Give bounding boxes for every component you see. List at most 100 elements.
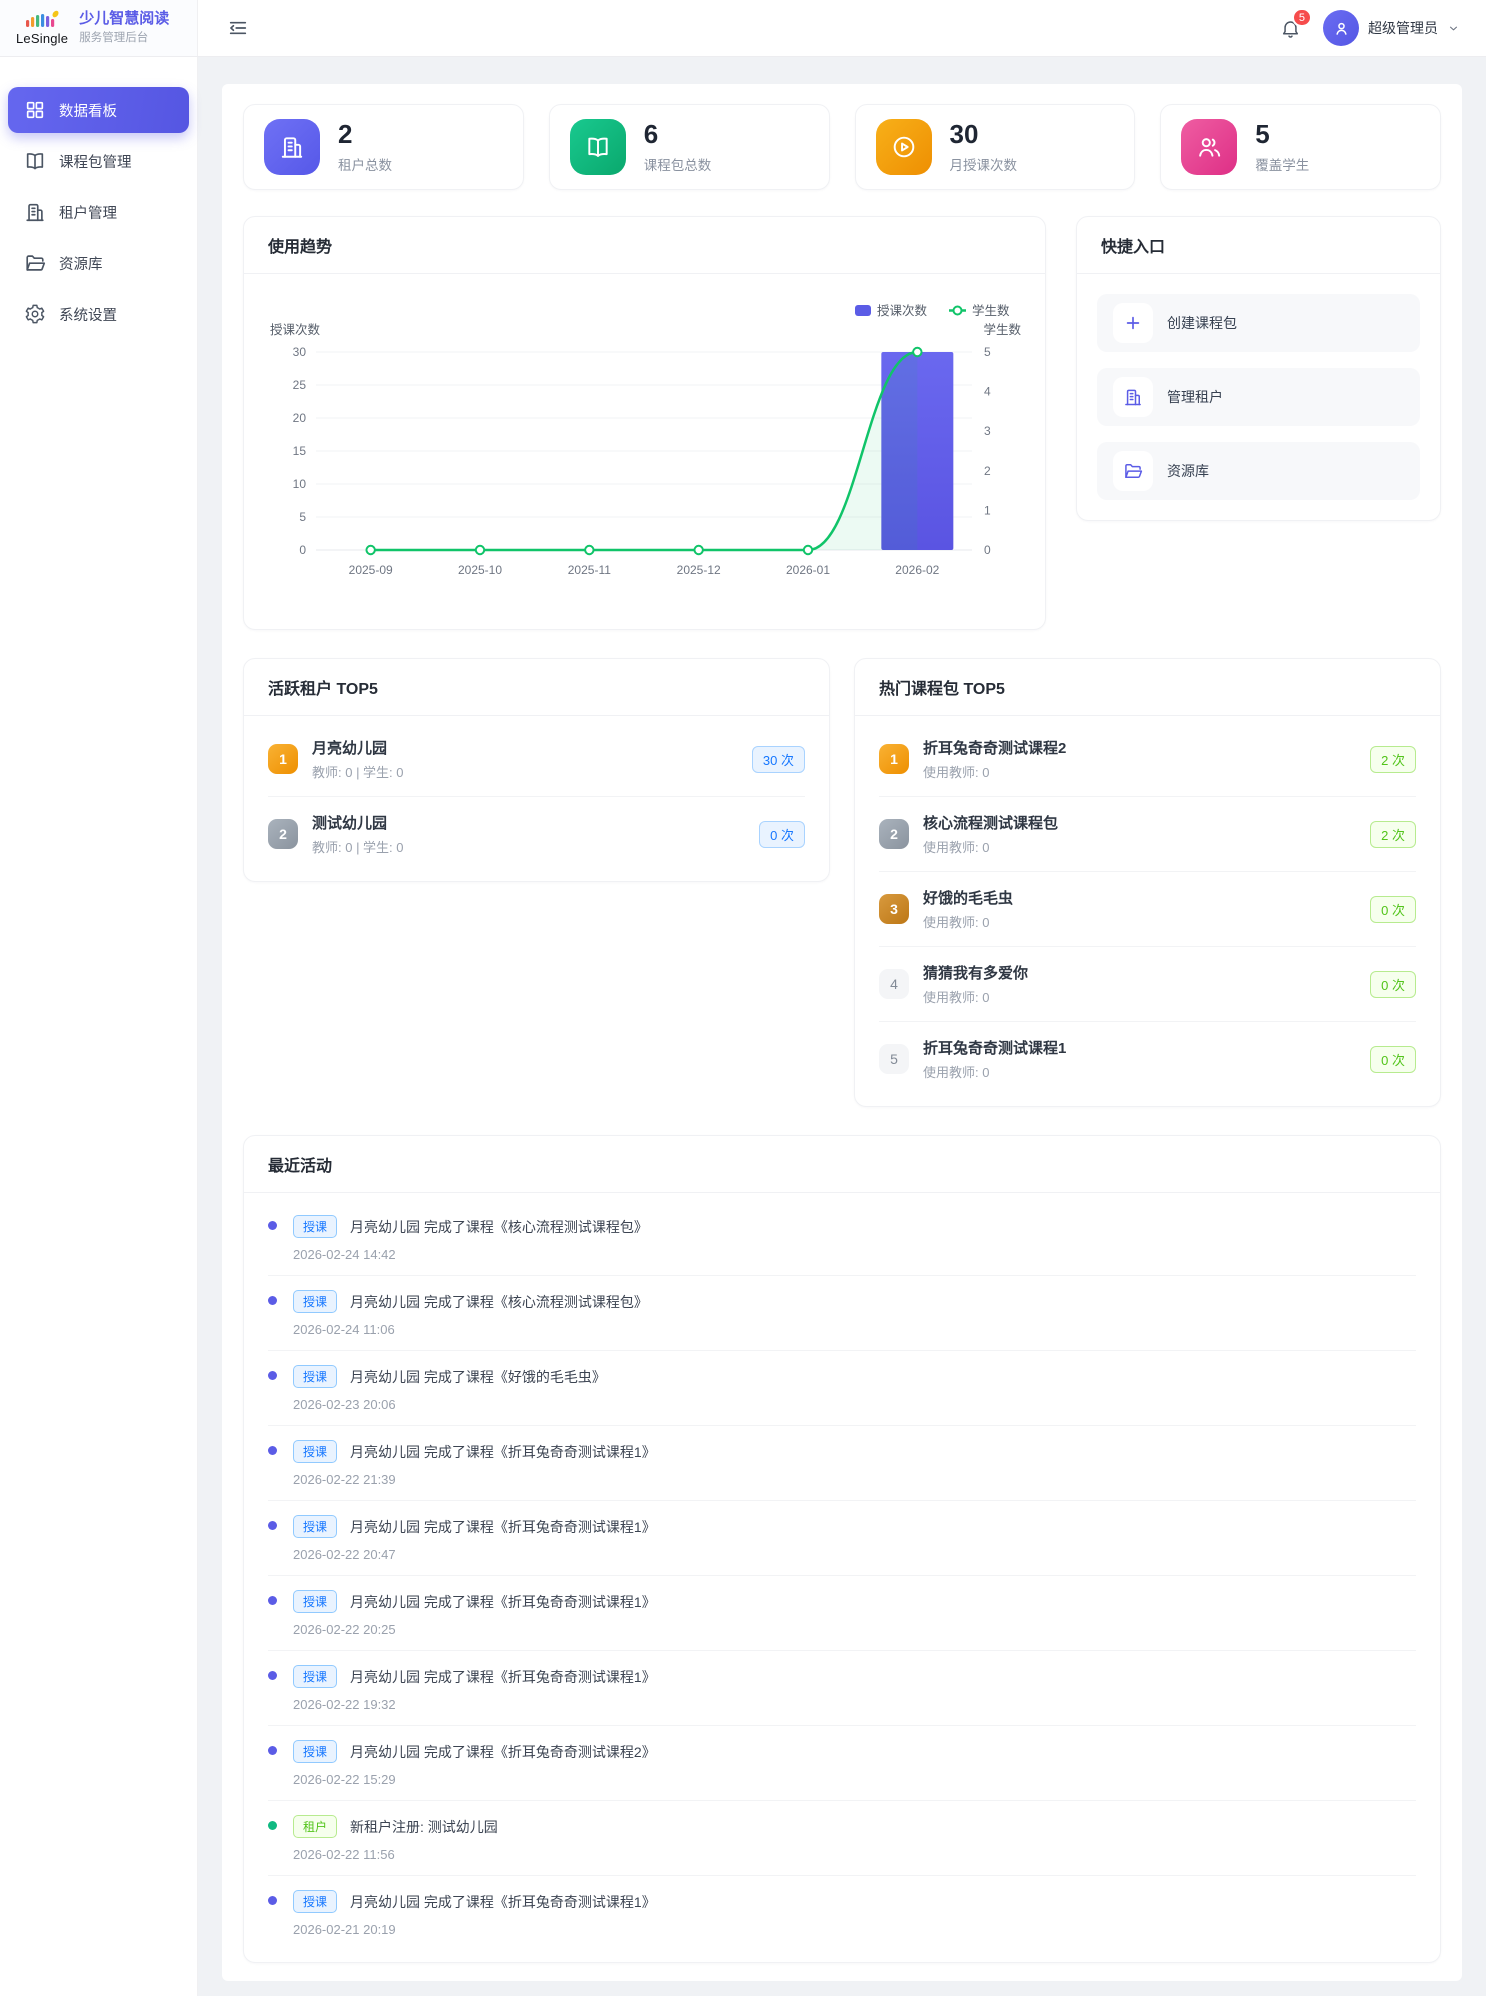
stat-label: 月授课次数 (950, 154, 1018, 174)
recent-activity-card: 最近活动 授课 月亮幼儿园 完成了课程《核心流程测试课程包》 2026-02-2… (243, 1135, 1441, 1963)
activity-text: 月亮幼儿园 完成了课程《折耳兔奇奇测试课程2》 (350, 1742, 656, 1762)
sidebar: 数据看板 课程包管理 租户管理 资源库 系统设置 (0, 57, 198, 1996)
activity-row: 授课 月亮幼儿园 完成了课程《折耳兔奇奇测试课程1》 2026-02-22 19… (268, 1651, 1416, 1726)
list-item: 5 折耳兔奇奇测试课程1 使用教师: 0 0 次 (879, 1022, 1416, 1096)
list-item: 4 猜猜我有多爱你 使用教师: 0 0 次 (879, 947, 1416, 1022)
avatar (1323, 10, 1359, 46)
svg-text:学生数: 学生数 (972, 303, 1010, 318)
notification-button[interactable]: 5 (1277, 15, 1303, 41)
rank-badge: 1 (879, 744, 909, 774)
rank-badge: 1 (268, 744, 298, 774)
activity-dot (268, 1746, 277, 1755)
book-icon (570, 119, 626, 175)
activity-time: 2026-02-22 21:39 (293, 1472, 1416, 1487)
activity-text: 月亮幼儿园 完成了课程《折耳兔奇奇测试课程1》 (350, 1592, 656, 1612)
svg-text:5: 5 (299, 510, 306, 524)
count-badge: 0 次 (1370, 1046, 1416, 1073)
item-meta: 使用教师: 0 (923, 987, 1356, 1006)
item-name: 猜猜我有多爱你 (923, 962, 1356, 983)
rank-badge: 3 (879, 894, 909, 924)
play-circle-icon (876, 119, 932, 175)
activity-row: 授课 月亮幼儿园 完成了课程《折耳兔奇奇测试课程1》 2026-02-22 20… (268, 1576, 1416, 1651)
sidebar-collapse-button[interactable] (224, 14, 252, 42)
app-subtitle: 服务管理后台 (79, 31, 169, 45)
book-icon (24, 150, 46, 172)
logo-word: LeSingle (16, 31, 68, 46)
activity-dot (268, 1596, 277, 1605)
svg-text:2025-10: 2025-10 (458, 563, 502, 577)
rank-badge: 2 (268, 819, 298, 849)
activity-text: 月亮幼儿园 完成了课程《核心流程测试课程包》 (350, 1217, 648, 1237)
svg-text:授课次数: 授课次数 (270, 322, 321, 337)
stat-card-packages: 6 课程包总数 (549, 104, 830, 190)
svg-text:2025-09: 2025-09 (349, 563, 393, 577)
quick-item-manage-tenants[interactable]: 管理租户 (1097, 368, 1420, 426)
user-menu[interactable]: 超级管理员 (1323, 10, 1460, 46)
list-item: 2 核心流程测试课程包 使用教师: 0 2 次 (879, 797, 1416, 872)
sidebar-item-tenants[interactable]: 租户管理 (8, 189, 189, 235)
activity-type-badge: 授课 (293, 1290, 337, 1313)
stat-label: 课程包总数 (644, 154, 712, 174)
svg-text:1: 1 (984, 503, 991, 517)
quick-item-resources[interactable]: 资源库 (1097, 442, 1420, 500)
rank-badge: 5 (879, 1044, 909, 1074)
item-meta: 使用教师: 0 (923, 762, 1356, 781)
list-item: 2 测试幼儿园 教师: 0 | 学生: 0 0 次 (268, 797, 805, 871)
item-meta: 使用教师: 0 (923, 912, 1356, 931)
usage-trend-chart: 051015202530012345授课次数学生数2025-092025-102… (268, 294, 1023, 609)
activity-time: 2026-02-22 11:56 (293, 1847, 1416, 1862)
usage-trend-card: 使用趋势 051015202530012345授课次数学生数2025-09202… (243, 216, 1046, 630)
svg-text:学生数: 学生数 (983, 322, 1021, 337)
activity-type-badge: 授课 (293, 1215, 337, 1238)
stat-card-students: 5 覆盖学生 (1160, 104, 1441, 190)
item-meta: 使用教师: 0 (923, 837, 1356, 856)
activity-type-badge: 授课 (293, 1740, 337, 1763)
activity-time: 2026-02-22 15:29 (293, 1772, 1416, 1787)
item-name: 测试幼儿园 (312, 812, 745, 833)
activity-time: 2026-02-22 20:47 (293, 1547, 1416, 1562)
notification-badge: 5 (1292, 8, 1312, 27)
quick-item-create-package[interactable]: 创建课程包 (1097, 294, 1420, 352)
quick-item-label: 创建课程包 (1167, 313, 1237, 333)
building-icon (24, 201, 46, 223)
count-badge: 0 次 (759, 821, 805, 848)
stats-row: 2 租户总数 6 课程包总数 30 月授课次数 5 覆盖学生 (243, 104, 1441, 190)
item-name: 折耳兔奇奇测试课程2 (923, 737, 1356, 758)
sidebar-item-settings[interactable]: 系统设置 (8, 291, 189, 337)
sidebar-item-dashboard[interactable]: 数据看板 (8, 87, 189, 133)
activity-row: 租户 新租户注册: 测试幼儿园 2026-02-22 11:56 (268, 1801, 1416, 1876)
folder-icon (1113, 451, 1153, 491)
dashboard-icon (24, 99, 46, 121)
activity-dot (268, 1896, 277, 1905)
activity-dot (268, 1221, 277, 1230)
svg-text:0: 0 (984, 543, 991, 557)
top-header: LeSingle 少儿智慧阅读 服务管理后台 5 (0, 0, 1486, 57)
plus-icon (1113, 303, 1153, 343)
item-meta: 教师: 0 | 学生: 0 (312, 837, 745, 856)
svg-text:2025-12: 2025-12 (677, 563, 721, 577)
activity-row: 授课 月亮幼儿园 完成了课程《好饿的毛毛虫》 2026-02-23 20:06 (268, 1351, 1416, 1426)
svg-text:2026-02: 2026-02 (895, 563, 939, 577)
activity-time: 2026-02-22 20:25 (293, 1622, 1416, 1637)
activity-dot (268, 1296, 277, 1305)
sidebar-item-course-packages[interactable]: 课程包管理 (8, 138, 189, 184)
activity-type-badge: 授课 (293, 1440, 337, 1463)
svg-text:2: 2 (984, 464, 991, 478)
count-badge: 0 次 (1370, 896, 1416, 923)
rank-badge: 2 (879, 819, 909, 849)
activity-row: 授课 月亮幼儿园 完成了课程《核心流程测试课程包》 2026-02-24 11:… (268, 1276, 1416, 1351)
sidebar-item-label: 资源库 (59, 253, 103, 274)
sidebar-item-resources[interactable]: 资源库 (8, 240, 189, 286)
activity-row: 授课 月亮幼儿园 完成了课程《折耳兔奇奇测试课程1》 2026-02-22 21… (268, 1426, 1416, 1501)
svg-text:3: 3 (984, 424, 991, 438)
building-icon (264, 119, 320, 175)
activity-time: 2026-02-23 20:06 (293, 1397, 1416, 1412)
stat-value: 5 (1255, 120, 1309, 150)
item-name: 核心流程测试课程包 (923, 812, 1356, 833)
list-item: 1 月亮幼儿园 教师: 0 | 学生: 0 30 次 (268, 722, 805, 797)
logo: LeSingle (16, 10, 68, 46)
activity-text: 月亮幼儿园 完成了课程《折耳兔奇奇测试课程1》 (350, 1667, 656, 1687)
main-content: 2 租户总数 6 课程包总数 30 月授课次数 5 覆盖学生 使用趋势 0510… (198, 57, 1486, 1996)
stat-label: 租户总数 (338, 154, 392, 174)
activity-row: 授课 月亮幼儿园 完成了课程《折耳兔奇奇测试课程1》 2026-02-21 20… (268, 1876, 1416, 1950)
